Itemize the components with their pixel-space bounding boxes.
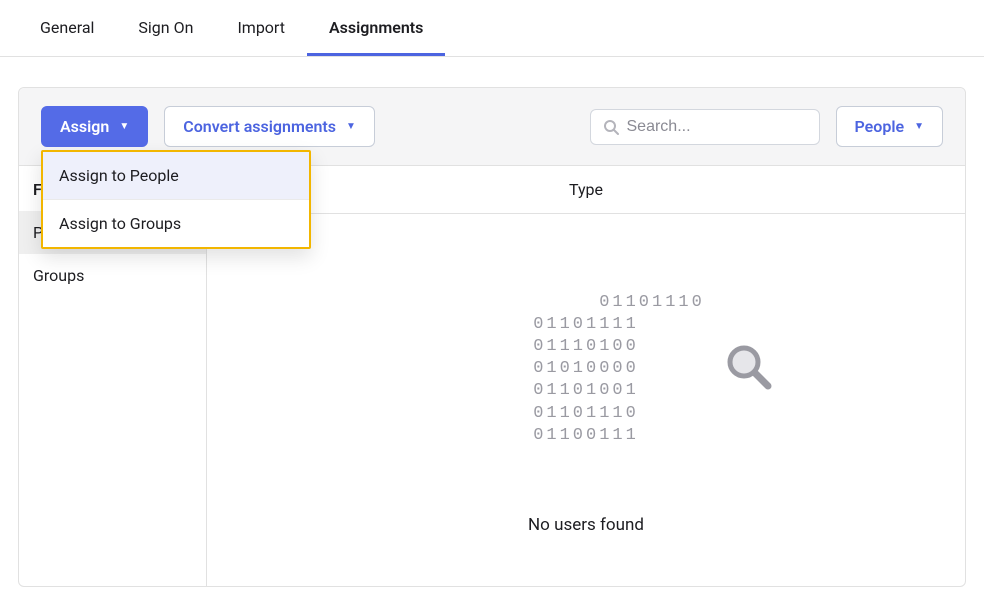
tab-general[interactable]: General [18,0,116,56]
caret-down-icon: ▼ [119,121,129,132]
caret-down-icon: ▼ [346,121,356,132]
sidebar-item-groups[interactable]: Groups [19,254,206,297]
search-input-container[interactable] [590,109,820,145]
tab-import[interactable]: Import [215,0,307,56]
assign-to-groups-item[interactable]: Assign to Groups [43,200,309,247]
assign-to-people-item[interactable]: Assign to People [43,152,309,199]
empty-state: 01101110 01101111 01110100 01010000 0110… [207,214,965,535]
people-filter-button[interactable]: People ▼ [836,106,944,147]
assign-button-label: Assign [60,117,109,136]
binary-art: 01101110 01101111 01110100 01010000 0110… [467,270,705,491]
tab-bar: General Sign On Import Assignments [0,0,984,57]
main-content: Type 01101110 01101111 01110100 01010000… [207,166,965,586]
search-icon [603,119,619,135]
convert-assignments-button[interactable]: Convert assignments ▼ [164,106,375,147]
tab-signon[interactable]: Sign On [116,0,215,56]
toolbar: Assign ▼ Convert assignments ▼ People ▼ … [19,88,965,166]
assignments-panel: Assign ▼ Convert assignments ▼ People ▼ … [18,87,966,587]
tab-assignments[interactable]: Assignments [307,0,445,56]
convert-button-label: Convert assignments [183,117,336,136]
empty-message: No users found [528,515,644,535]
people-filter-label: People [855,117,905,136]
magnifier-icon [566,320,776,424]
column-header-type: Type [207,166,965,214]
search-input[interactable] [627,118,834,136]
caret-down-icon: ▼ [914,121,924,132]
assign-button[interactable]: Assign ▼ [41,106,148,147]
assign-dropdown: Assign to People Assign to Groups [41,150,311,249]
